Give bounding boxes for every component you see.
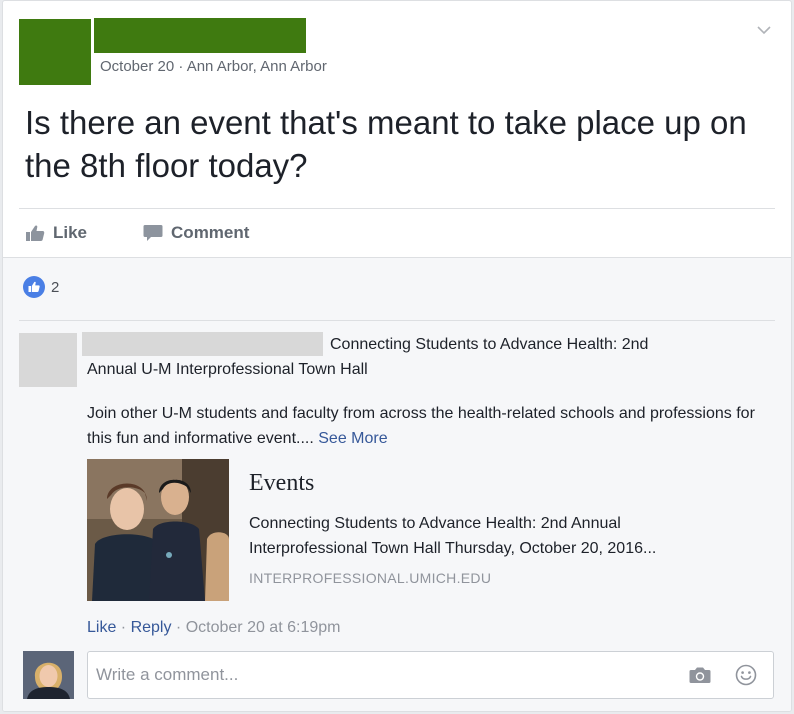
post-card: October 20 · Ann Arbor, Ann Arbor Is the… [2, 0, 792, 712]
comment-icon [143, 225, 163, 241]
comment-timestamp[interactable]: October 20 at 6:19pm [186, 619, 341, 636]
like-button[interactable]: Like [25, 223, 87, 243]
comment-label: Comment [171, 223, 250, 242]
post-meta: October 20 · Ann Arbor, Ann Arbor [100, 58, 327, 75]
comment-reply-link[interactable]: Reply [131, 619, 172, 636]
chevron-down-icon[interactable] [755, 21, 773, 39]
redacted-author-name[interactable] [94, 18, 306, 53]
comment-body: Join other U-M students and faculty from… [87, 401, 767, 451]
divider [19, 208, 775, 209]
current-user-avatar[interactable] [23, 651, 74, 699]
redacted-author-avatar[interactable] [19, 19, 91, 85]
comment-body-text: Join other U-M students and faculty from… [87, 405, 755, 447]
comment-meta: Like · Reply · October 20 at 6:19pm [87, 619, 340, 637]
emoji-icon[interactable] [735, 664, 757, 686]
comment-like-link[interactable]: Like [87, 619, 116, 636]
post-text: Is there an event that's meant to take p… [25, 104, 747, 184]
link-preview-card[interactable]: Events Connecting Students to Advance He… [87, 459, 727, 602]
thumbs-up-icon [26, 225, 45, 241]
link-preview-site-name: Events [249, 470, 315, 496]
comment-input[interactable] [96, 662, 656, 688]
camera-icon[interactable] [689, 666, 711, 684]
reactions-summary[interactable]: 2 [23, 276, 59, 298]
comment-composer[interactable] [87, 651, 774, 699]
link-preview-description: Connecting Students to Advance Health: 2… [249, 515, 657, 557]
post-actions: Like Comment [25, 219, 249, 247]
comment-button[interactable]: Comment [143, 223, 249, 243]
redacted-commenter-name[interactable] [82, 332, 323, 356]
separator: · [116, 619, 131, 636]
like-reaction-icon [23, 276, 45, 298]
reaction-count: 2 [51, 278, 60, 296]
link-preview-thumbnail[interactable] [87, 459, 229, 601]
separator: · [171, 619, 186, 636]
redacted-commenter-avatar[interactable] [19, 333, 77, 387]
comments-section: 2 Connecting Students to Advance Health:… [3, 257, 791, 711]
link-preview-domain: INTERPROFESSIONAL.UMICH.EDU [249, 570, 492, 586]
see-more-link[interactable]: See More [318, 430, 387, 447]
divider [19, 320, 775, 321]
comment-title-line-1: Connecting Students to Advance Health: 2… [330, 336, 649, 353]
like-label: Like [53, 223, 88, 242]
comment-title-line-2: Annual U-M Interprofessional Town Hall [87, 361, 368, 378]
